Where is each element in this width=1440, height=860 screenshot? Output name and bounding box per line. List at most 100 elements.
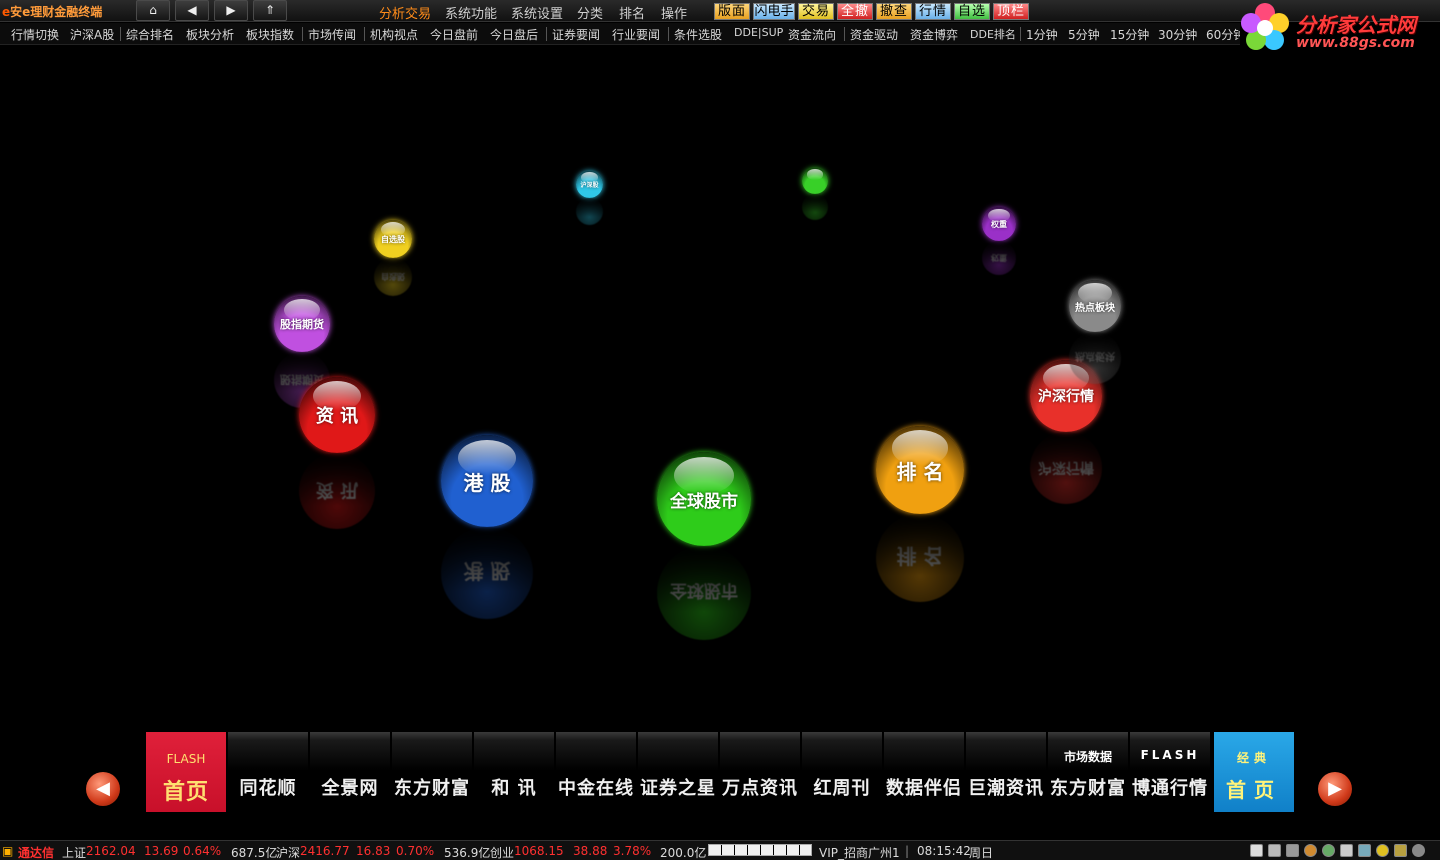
ball-ranking-reflection: 排 名 [876,514,964,602]
top-bar-toggle-button[interactable]: 顶栏 [993,3,1029,20]
settings-icon[interactable] [1412,844,1425,857]
ball-hot-sectors[interactable]: 热点板块 [1069,280,1121,332]
layout-button[interactable]: 版面 [714,3,750,20]
toolbar-overall-ranking[interactable]: 综合排名 [126,26,174,43]
home-icon[interactable]: ⌂ [136,0,170,21]
ball-hs-stocks[interactable]: 沪深股 [576,171,603,198]
menu-system-settings[interactable]: 系统设置 [511,3,563,22]
tab-quanjing[interactable]: 全景网 [310,732,390,812]
toolbar-divider [1020,27,1021,41]
toolbar-5min[interactable]: 5分钟 [1068,26,1100,43]
tab-cnfol[interactable]: 中金在线 [556,732,636,812]
toolbar-dde-ranking[interactable]: DDE排名 [970,26,1016,42]
status-sh-amount: 687.5亿 [231,846,278,860]
status-server[interactable]: VIP_招商广州1 [819,844,900,860]
ball-hs-quotes-reflection: 沪深行情 [1030,432,1102,504]
window-icon[interactable] [1250,844,1263,857]
toolbar-sector-index[interactable]: 板块指数 [246,26,294,43]
ball-weight-label: 权重 [991,219,1007,229]
ball-small-green-reflection [802,194,828,220]
toolbar-1min[interactable]: 1分钟 [1026,26,1058,43]
flash-navigation-stage: 全球股市 全球股市 排 名 排 名 沪深行情 沪深行情 热点板块 热点板块 权重… [0,46,1440,841]
refresh-icon[interactable] [1322,844,1335,857]
ball-ranking[interactable]: 排 名 [876,426,964,514]
tab-stockstar[interactable]: 证券之星 [638,732,718,812]
function-toolbar: 行情切换 沪深A股 综合排名 板块分析 板块指数 市场传闻 机构视点 今日盘前 … [0,23,1240,45]
toolbar-industry-news[interactable]: 行业要闻 [612,26,660,43]
tab-hexun[interactable]: 和 讯 [474,732,554,812]
lock-icon[interactable] [1394,844,1407,857]
toolbar-sector-analysis[interactable]: 板块分析 [186,26,234,43]
tab-cninfo[interactable]: 巨潮资讯 [966,732,1046,812]
forward-icon[interactable]: ▶ [214,0,248,21]
tab-flash-home[interactable]: FLASH 首页 [146,732,226,812]
toolbar-dde-sup[interactable]: DDE|SUP [734,26,783,39]
status-bar: ▣ 通达信 上证 2162.04 13.69 0.64% 687.5亿 沪深 2… [0,840,1440,860]
toolbar-60min[interactable]: 60分钟 [1206,26,1240,43]
ball-index-futures[interactable]: 股指期货 [274,296,330,352]
menu-system-functions[interactable]: 系统功能 [445,3,497,22]
tab-tonghuashun[interactable]: 同花顺 [228,732,308,812]
ball-news[interactable]: 资 讯 [299,377,375,453]
toolbar-stock-screener[interactable]: 条件选股 [674,26,722,43]
quotes-button[interactable]: 行情 [915,3,951,20]
menu-analysis-trading[interactable]: 分析交易 [379,3,431,22]
toolbar-a-shares[interactable]: 沪深A股 [70,26,114,43]
mail-icon[interactable] [1340,844,1353,857]
tab-wandian[interactable]: 万点资讯 [720,732,800,812]
tab-classic-home[interactable]: 经典 首页 [1214,732,1294,812]
collapse-up-icon[interactable]: ⇑ [253,0,287,21]
grid-icon[interactable] [1268,844,1281,857]
cancel-all-button[interactable]: 全撤 [837,3,873,20]
toolbar-divider [546,27,547,41]
toolbar-15min[interactable]: 15分钟 [1110,26,1149,43]
ball-hot-sectors-reflection: 热点板块 [1069,332,1121,384]
tab-botong-quotes[interactable]: FLASH 博通行情 [1130,732,1210,812]
ball-hk-stocks[interactable]: 港 股 [441,435,533,527]
toolbar-institution-view[interactable]: 机构视点 [370,26,418,43]
status-time: 08:15:42 [917,844,971,858]
tab-eastmoney[interactable]: 东方财富 [392,732,472,812]
status-sh-index: 2162.04 [86,844,136,858]
ball-weight[interactable]: 权重 [982,207,1016,241]
tab-eastmoney-market-data[interactable]: 市场数据 东方财富 [1048,732,1128,812]
status-cy-pct: 3.78% [613,844,652,858]
flash-trader-button[interactable]: 闪电手 [753,3,795,20]
menu-operation[interactable]: 操作 [661,3,687,22]
toolbar-post-market[interactable]: 今日盘后 [490,26,538,43]
tab-red-weekly[interactable]: 红周刊 [802,732,882,812]
toolbar-30min[interactable]: 30分钟 [1158,26,1197,43]
smile-icon[interactable] [1376,844,1389,857]
toolbar-fund-drive[interactable]: 资金驱动 [850,26,898,43]
toolbar-pre-market[interactable]: 今日盘前 [430,26,478,43]
watchlist-button[interactable]: 自选 [954,3,990,20]
status-weekday: 周日 [969,846,994,860]
toolbar-market-rumors[interactable]: 市场传闻 [308,26,356,43]
status-market-bar [708,844,812,856]
toolbar-divider [364,27,365,41]
ball-global-markets-reflection: 全球股市 [657,546,751,640]
layout-icon[interactable] [1286,844,1299,857]
menu-category[interactable]: 分类 [577,3,603,22]
trade-button[interactable]: 交易 [798,3,834,20]
toolbar-divider [120,27,121,41]
toolbar-fund-game[interactable]: 资金博弈 [910,26,958,43]
ball-global-markets[interactable]: 全球股市 [657,452,751,546]
ball-ranking-label: 排 名 [896,459,944,484]
menu-ranking[interactable]: 排名 [619,3,645,22]
tab-data-partner[interactable]: 数据伴侣 [884,732,964,812]
status-cy-change: 38.88 [573,844,608,858]
toolbar-securities-news[interactable]: 证券要闻 [552,26,600,43]
status-brand[interactable]: 通达信 [18,844,54,860]
status-hs-change: 16.83 [356,844,391,858]
cancel-query-button[interactable]: 撤查 [876,3,912,20]
eye-icon[interactable] [1304,844,1317,857]
ball-weight-reflection: 权重 [982,241,1016,275]
toolbar-quote-switch[interactable]: 行情切换 [11,26,59,43]
monitor-icon[interactable] [1358,844,1371,857]
ball-watchlist[interactable]: 自选股 [374,220,412,258]
back-icon[interactable]: ◀ [175,0,209,21]
ball-small-green[interactable] [802,168,828,194]
toolbar-fund-flow[interactable]: 资金流向 [788,26,836,43]
status-menu-icon[interactable]: ▣ [2,844,13,858]
